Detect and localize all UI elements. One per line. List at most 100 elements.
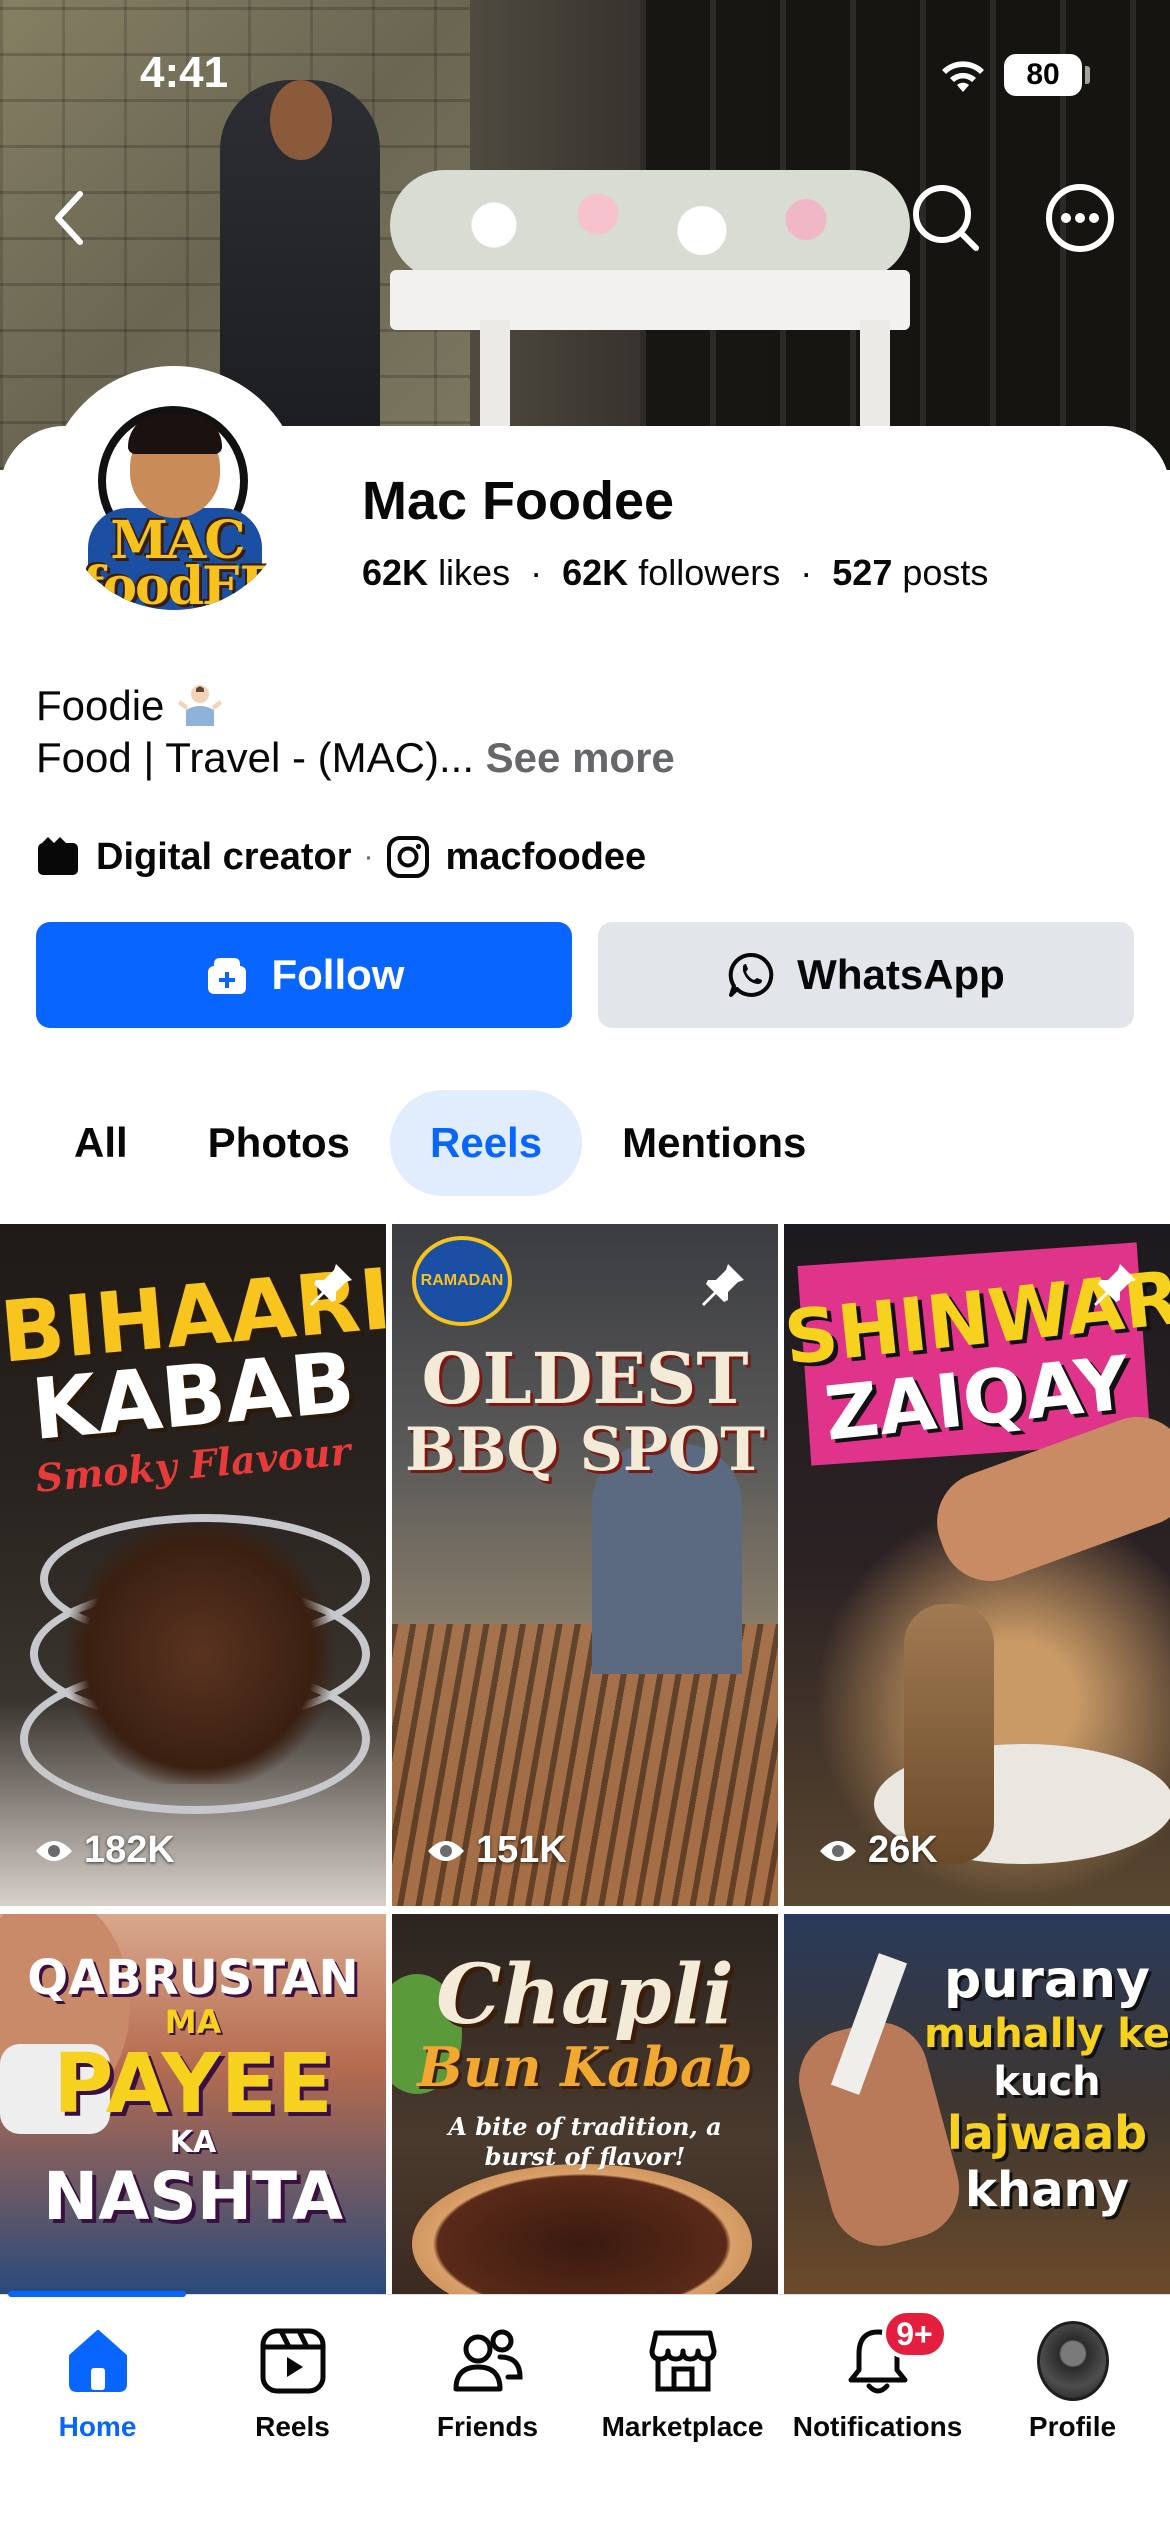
profile-picture <box>1036 2321 1109 2401</box>
whatsapp-label: WhatsApp <box>797 951 1005 998</box>
whatsapp-icon <box>728 952 774 997</box>
nav-label: Friends <box>436 2411 539 2442</box>
avatar-hair <box>128 414 222 454</box>
reel-thumbnail[interactable]: QABRUSTAN MA PAYEE KA NASHTA <box>0 1914 386 2294</box>
reel-thumbnail[interactable]: RAMADAN OLDEST BBQ SPOT 151K <box>392 1224 778 1906</box>
separator-dot: · <box>363 840 374 873</box>
bio-text: Food | Travel - (MAC)... <box>36 734 474 781</box>
page-meta-row: Digital creator · macfoodee <box>36 832 646 882</box>
see-more-link[interactable]: See more <box>486 734 675 781</box>
status-time: 4:41 <box>140 48 229 97</box>
search-button[interactable] <box>906 178 986 258</box>
reel-title: Chapli <box>436 1947 734 2043</box>
marketplace-icon <box>647 2325 719 2397</box>
reel-title: MA <box>164 2003 222 2041</box>
meat-graphic <box>904 1604 994 1864</box>
view-count: 26K <box>818 1829 938 1872</box>
reel-thumbnail[interactable]: purany muhally ke kuch lajwaab khany <box>784 1914 1170 2294</box>
bio-line-1: Foodie <box>36 682 224 730</box>
person-shrugging-emoji-icon <box>178 685 223 726</box>
whatsapp-button[interactable]: WhatsApp <box>598 922 1134 1028</box>
battery-indicator: 80 <box>1004 54 1082 96</box>
eye-icon <box>820 1840 856 1861</box>
notification-badge: 9+ <box>881 2309 948 2359</box>
reel-thumbnail[interactable]: SHINWARI ZAIQAY 26K <box>784 1224 1170 1906</box>
cover-person-head <box>270 80 332 160</box>
instagram-icon <box>386 836 429 878</box>
reel-title: kuch <box>993 2059 1101 2105</box>
tab-all[interactable]: All <box>36 1090 168 1196</box>
reel-thumbnail[interactable]: BIHAARI KABAB Smoky Flavour 182K <box>0 1224 386 1906</box>
nav-label: Marketplace <box>601 2411 764 2442</box>
nav-label: Reels <box>255 2411 330 2442</box>
followers-label[interactable]: followers <box>638 552 780 593</box>
view-count: 151K <box>426 1829 567 1872</box>
tab-reels[interactable]: Reels <box>390 1090 583 1196</box>
eye-icon <box>428 1840 464 1861</box>
reel-title: khany <box>965 2162 1129 2218</box>
reel-title: BBQ SPOT <box>405 1415 765 1485</box>
reel-title: purany <box>944 1950 1150 2010</box>
chevron-left-icon <box>55 191 83 245</box>
bell-icon: 9+ <box>842 2309 948 2397</box>
likes-label: likes <box>438 552 511 593</box>
avatar-logo: MAC foodEE <box>58 378 290 610</box>
tab-photos[interactable]: Photos <box>168 1090 390 1196</box>
reels-grid: BIHAARI KABAB Smoky Flavour 182K RAMADAN… <box>0 1224 1170 2294</box>
battery-tip <box>1085 66 1090 84</box>
pin-icon <box>702 1264 744 1306</box>
reel-title: PAYEE <box>53 2037 333 2132</box>
nav-profile[interactable]: Profile <box>975 2321 1170 2465</box>
followers-count[interactable]: 62K <box>562 552 628 593</box>
reel-title: Bun Kabab <box>417 2035 753 2099</box>
posts-label: posts <box>902 552 989 593</box>
reels-icon <box>257 2325 329 2397</box>
nav-label: Profile <box>1028 2411 1117 2442</box>
view-count-value: 151K <box>476 1829 567 1871</box>
wifi-icon <box>942 61 984 92</box>
nav-home[interactable]: Home <box>0 2325 195 2465</box>
pin-icon <box>310 1264 352 1306</box>
more-horizontal-icon <box>1046 184 1114 252</box>
posts-count: 527 <box>832 552 893 593</box>
kabab-graphic <box>60 1524 340 1784</box>
nav-marketplace[interactable]: Marketplace <box>585 2325 780 2465</box>
reel-title: muhally ke <box>924 2011 1170 2057</box>
cover-piano <box>390 270 910 330</box>
avatar-logo-text: MAC foodEE <box>82 510 279 611</box>
bio-text: Foodie <box>36 682 165 729</box>
likes-count: 62K <box>362 552 429 593</box>
nav-notifications[interactable]: 9+ Notifications <box>780 2309 975 2465</box>
bottom-tab-bar: Home Reels Friends Marketplace 9+ Notifi… <box>0 2291 1170 2532</box>
follow-button[interactable]: Follow <box>36 922 572 1028</box>
home-icon <box>62 2325 134 2397</box>
nav-label: Notifications <box>792 2411 963 2442</box>
reel-title: OLDEST <box>421 1337 749 1420</box>
friends-icon <box>452 2325 524 2397</box>
profile-avatar[interactable]: MAC foodEE <box>46 366 302 622</box>
separator-dot: · <box>530 552 543 593</box>
more-options-button[interactable] <box>1040 178 1120 258</box>
reel-title: KA <box>169 2125 217 2160</box>
reel-thumbnail[interactable]: Chapli Bun Kabab A bite of tradition, a … <box>392 1914 778 2294</box>
reel-title: lajwaab <box>946 2106 1148 2160</box>
reel-subtitle: A bite of tradition, a burst of flavor! <box>448 2112 722 2171</box>
back-button[interactable] <box>30 178 110 258</box>
tab-mentions[interactable]: Mentions <box>582 1090 846 1196</box>
active-tab-indicator <box>8 2291 186 2297</box>
follow-label: Follow <box>271 951 405 998</box>
view-count: 182K <box>34 1829 175 1872</box>
clapperboard-icon <box>38 837 78 875</box>
instagram-handle-link[interactable]: macfoodee <box>446 836 647 879</box>
nav-reels[interactable]: Reels <box>195 2325 390 2465</box>
bun-kabab-graphic <box>412 2164 752 2294</box>
view-count-value: 26K <box>868 1829 938 1871</box>
separator-dot: · <box>800 552 813 593</box>
eye-icon <box>36 1840 72 1861</box>
page-title: Mac Foodee <box>362 471 675 531</box>
view-count-value: 182K <box>84 1829 175 1871</box>
nav-friends[interactable]: Friends <box>390 2325 585 2465</box>
page-stats: 62K likes · 62K followers · 527 posts <box>362 552 988 594</box>
pin-icon <box>1094 1264 1136 1306</box>
search-icon <box>913 185 979 251</box>
